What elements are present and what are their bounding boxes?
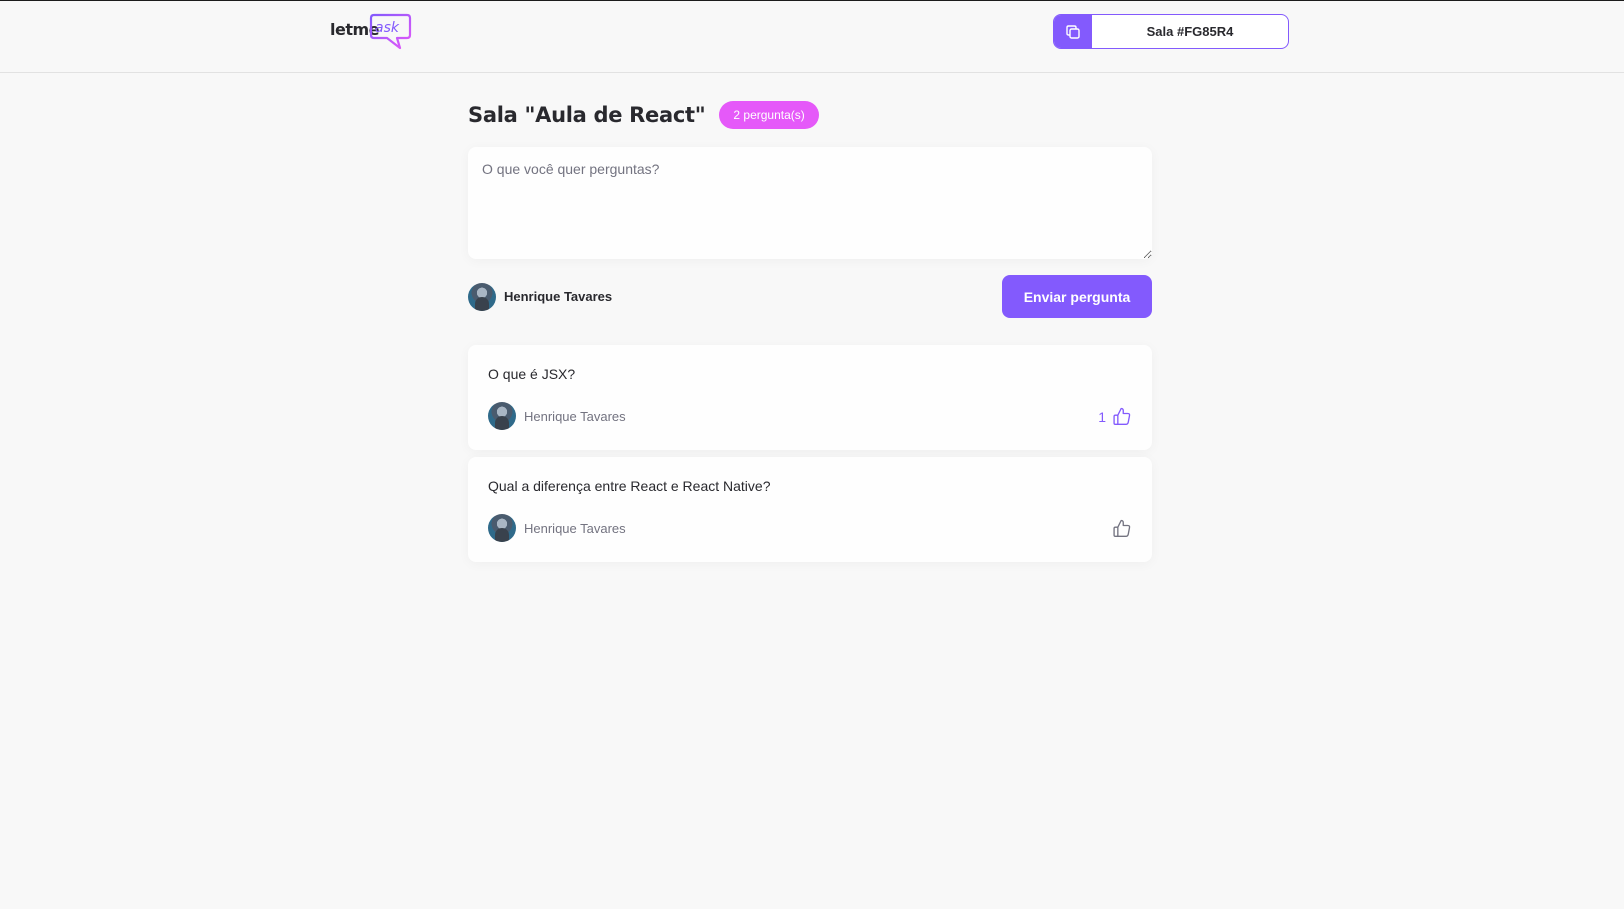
question-author: Henrique Tavares <box>488 514 626 542</box>
question-content: O que é JSX? <box>488 366 576 382</box>
logo-speech-bubble: ask <box>369 13 412 50</box>
question-textarea[interactable] <box>468 147 1152 259</box>
room-title-row: Sala "Aula de React" 2 pergunta(s) <box>468 97 1152 133</box>
like-count: 1 <box>1098 409 1106 425</box>
question-card: Qual a diferença entre React e React Nat… <box>468 457 1152 562</box>
like-icon <box>1113 407 1131 425</box>
question-count-badge: 2 pergunta(s) <box>719 101 819 129</box>
copy-icon <box>1066 24 1080 39</box>
question-author-name: Henrique Tavares <box>524 520 626 536</box>
like-button[interactable]: 1 <box>1098 406 1132 426</box>
question-author-name: Henrique Tavares <box>524 408 626 424</box>
question-author: Henrique Tavares <box>488 402 626 430</box>
form-footer: Henrique Tavares Enviar pergunta <box>468 275 1152 318</box>
room-code-label: Sala #FG85R4 <box>1146 24 1234 39</box>
question-form: Henrique Tavares Enviar pergunta <box>468 147 1152 318</box>
avatar <box>488 402 516 430</box>
main-content: Sala "Aula de React" 2 pergunta(s) Henri… <box>468 97 1152 569</box>
logo-accent-text: ask <box>375 20 400 36</box>
avatar <box>468 282 496 311</box>
logo: letme ask <box>330 13 414 53</box>
current-user-name: Henrique Tavares <box>504 289 613 304</box>
question-card: O que é JSX? Henrique Tavares 1 <box>468 345 1152 450</box>
copy-button[interactable] <box>1054 15 1092 48</box>
question-footer: Henrique Tavares <box>488 513 1132 543</box>
like-icon <box>1113 519 1131 537</box>
current-user-info: Henrique Tavares <box>468 282 613 311</box>
question-footer: Henrique Tavares 1 <box>488 401 1132 431</box>
room-code-button[interactable]: Sala #FG85R4 <box>1053 14 1289 49</box>
question-content: Qual a diferença entre React e React Nat… <box>488 478 771 494</box>
room-title: Sala "Aula de React" <box>468 103 706 127</box>
like-button[interactable] <box>1106 518 1132 538</box>
avatar <box>488 514 516 542</box>
page: letme ask Sala #FG85R4 Sala "Aula de Rea… <box>0 0 1624 909</box>
send-question-button[interactable]: Enviar pergunta <box>1002 275 1152 318</box>
question-list: O que é JSX? Henrique Tavares 1 Qual a d… <box>468 345 1152 562</box>
header: letme ask Sala #FG85R4 <box>0 1 1624 73</box>
